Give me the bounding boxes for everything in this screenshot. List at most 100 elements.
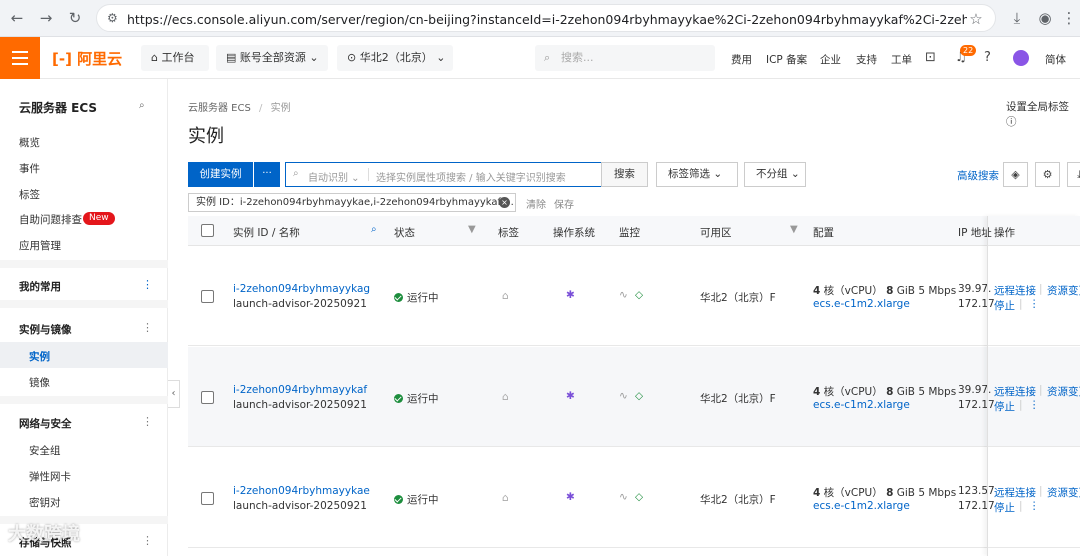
chart-icon[interactable]: ∿ [619, 390, 628, 402]
instance-search-input[interactable]: ⌕ 自动识别 ⌄ 选择实例属性项搜索 / 输入关键字识别搜索 [285, 162, 602, 187]
export-icon[interactable]: ⤓ [1067, 162, 1080, 187]
search-icon: ⌕ [293, 168, 299, 179]
sidebar-item-overview[interactable]: 概览 [19, 135, 40, 150]
sidebar-divider [0, 300, 168, 308]
sidebar-item-events[interactable]: 事件 [19, 161, 40, 176]
column-header-instance: 实例 ID / 名称 [233, 227, 300, 239]
group-more-icon[interactable]: ⋮ [142, 321, 153, 334]
hamburger-menu-icon[interactable] [0, 37, 40, 79]
sidebar-group-network-security[interactable]: 网络与安全 [19, 416, 72, 431]
sidebar-item-eni[interactable]: 弹性网卡 [29, 469, 71, 484]
aliyun-logo[interactable]: [-] 阿里云 [52, 48, 122, 69]
header-link-ticket[interactable]: 工单 [891, 52, 912, 67]
avatar[interactable] [1013, 50, 1029, 66]
row-checkbox[interactable] [201, 492, 214, 505]
status-badge: 运行中 [394, 391, 439, 406]
more-actions-button[interactable]: ··· [254, 162, 280, 187]
favorites-more-icon[interactable]: ⋮ [142, 278, 153, 291]
workbench-button[interactable]: ⌂ 工作台 [141, 45, 209, 71]
instance-id-link[interactable]: i-2zehon094rbyhmayykag [233, 283, 370, 295]
config-value: 4 核（vCPU） 8 GiB 5 Mbps [813, 386, 957, 398]
sidebar-item-security-groups[interactable]: 安全组 [29, 443, 61, 458]
tag-icon[interactable]: ⌂ [502, 492, 509, 504]
column-header-status: 状态 [394, 227, 415, 239]
header-link-support[interactable]: 支持 [856, 52, 877, 67]
filter-icon[interactable]: ▼ [468, 224, 476, 235]
settings-gear-icon[interactable]: ⚙ [1035, 162, 1060, 187]
sidebar-group-instances-images[interactable]: 实例与镜像 [19, 322, 72, 337]
column-header-tags: 标签 [498, 227, 519, 239]
chart-icon[interactable]: ∿ [619, 289, 628, 301]
group-more-icon[interactable]: ⋮ [142, 415, 153, 428]
instance-id-link[interactable]: i-2zehon094rbyhmayykae [233, 485, 370, 497]
sidebar-divider [0, 396, 168, 404]
select-all-checkbox[interactable] [201, 224, 214, 237]
breadcrumb-current: 实例 [270, 103, 291, 114]
status-badge: 运行中 [394, 290, 439, 305]
menu-icon[interactable]: ⋮ [1060, 9, 1078, 27]
column-search-icon[interactable]: ⌕ [371, 224, 377, 235]
filter-icon[interactable]: ▼ [790, 224, 798, 235]
auto-detect-dropdown[interactable]: 自动识别 ⌄ [308, 169, 360, 184]
reload-icon[interactable]: ↻ [66, 9, 84, 27]
help-circle-icon[interactable]: ⓘ [1006, 116, 1017, 128]
table-header: 实例 ID / 名称 ⌕ 状态 ▼ 标签 操作系统 监控 可用区 ▼ 配置 IP… [188, 216, 1080, 246]
tag-icon[interactable]: ⌂ [502, 290, 509, 302]
address-bar[interactable]: ⚙ https://ecs.console.aliyun.com/server/… [96, 4, 996, 32]
instance-spec-link[interactable]: ecs.e-c1m2.xlarge [813, 500, 910, 512]
global-tag-settings[interactable]: 设置全局标签 ⓘ [1006, 99, 1080, 129]
bookmark-star-icon[interactable]: ☆ [967, 10, 985, 28]
help-icon[interactable]: ? [984, 50, 991, 65]
search-button[interactable]: 搜索 [601, 162, 648, 187]
sidebar-item-tags[interactable]: 标签 [19, 187, 40, 202]
sidebar-group-favorites[interactable]: 我的常用 [19, 279, 61, 294]
sidebar-item-key-pairs[interactable]: 密钥对 [29, 495, 61, 510]
sidebar-collapse-icon[interactable]: ‹ [168, 380, 180, 408]
tag-filter-dropdown[interactable]: 标签筛选 ⌄ [656, 162, 738, 187]
close-icon[interactable]: × [499, 197, 510, 208]
advanced-search-link[interactable]: 高级搜索 [957, 168, 999, 183]
url-text[interactable]: https://ecs.console.aliyun.com/server/re… [127, 12, 967, 27]
console-header: [-] 阿里云 ⌂ 工作台 ▤ 账号全部资源 ⌄ ⊙ 华北2（北京） ⌄ 搜索.… [0, 37, 1080, 79]
region-dropdown[interactable]: ⊙ 华北2（北京） ⌄ [337, 45, 453, 71]
save-filter-link[interactable]: 保存 [554, 196, 574, 211]
chart-icon[interactable]: ∿ [619, 491, 628, 503]
create-instance-button[interactable]: 创建实例 [188, 162, 253, 187]
back-icon[interactable]: ← [8, 9, 26, 27]
sidebar-item-app-management[interactable]: 应用管理 [19, 238, 61, 253]
shield-icon[interactable]: ◇ [635, 390, 643, 402]
header-link-enterprise[interactable]: 企业 [820, 52, 841, 67]
all-resources-dropdown[interactable]: ▤ 账号全部资源 ⌄ [216, 45, 328, 71]
tag-icon[interactable]: ⌂ [502, 391, 509, 403]
instance-spec-link[interactable]: ecs.e-c1m2.xlarge [813, 399, 910, 411]
sidebar-item-instances[interactable]: 实例 [29, 349, 50, 364]
check-circle-icon [394, 293, 403, 302]
group-more-icon[interactable]: ⋮ [142, 534, 153, 547]
layers-icon[interactable]: ◈ [1003, 162, 1028, 187]
shield-icon[interactable]: ◇ [635, 491, 643, 503]
group-dropdown[interactable]: 不分组 ⌄ [744, 162, 806, 187]
breadcrumb-root[interactable]: 云服务器 ECS [188, 103, 251, 114]
forward-icon[interactable]: → [37, 9, 55, 27]
header-link-icp[interactable]: ICP 备案 [766, 52, 807, 67]
sidebar-item-images[interactable]: 镜像 [29, 375, 50, 390]
language-switch[interactable]: 简体 [1045, 52, 1066, 67]
global-search-input[interactable]: 搜索... [535, 45, 715, 71]
download-icon[interactable]: ⤓ [1008, 9, 1026, 27]
instance-id-link[interactable]: i-2zehon094rbyhmayykaf [233, 384, 367, 396]
sidebar-item-troubleshoot[interactable]: 自助问题排查 [19, 212, 82, 227]
sidebar-search-icon[interactable]: ⌕ [139, 100, 145, 111]
header-link-fees[interactable]: 费用 [731, 52, 752, 67]
site-settings-icon[interactable]: ⚙ [107, 11, 118, 25]
profile-icon[interactable]: ◉ [1036, 9, 1054, 27]
row-checkbox[interactable] [201, 391, 214, 404]
status-badge: 运行中 [394, 492, 439, 507]
shield-icon[interactable]: ◇ [635, 289, 643, 301]
table-row: i-2zehon094rbyhmayykae launch-advisor-20… [188, 448, 1080, 548]
instance-spec-link[interactable]: ecs.e-c1m2.xlarge [813, 298, 910, 310]
column-header-monitor: 监控 [619, 227, 640, 239]
row-checkbox[interactable] [201, 290, 214, 303]
terminal-icon[interactable]: ⊡ [925, 50, 936, 65]
clear-filter-link[interactable]: 清除 [526, 196, 546, 211]
new-badge: New [83, 212, 115, 225]
